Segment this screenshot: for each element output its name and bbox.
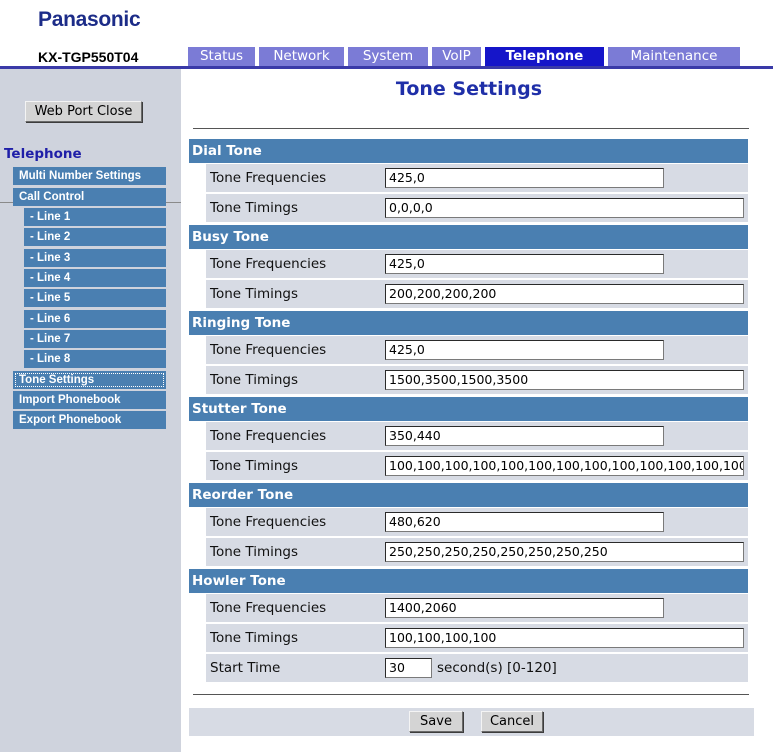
ringing-tone-timings-input[interactable]: 1500,3500,1500,3500 xyxy=(385,370,744,390)
sidebar-item-multi-number-settings[interactable]: Multi Number Settings xyxy=(13,167,166,185)
main-tabs: Status Network System VoIP Telephone Mai… xyxy=(0,47,773,66)
field-label: Tone Frequencies xyxy=(206,164,397,192)
field-label: Tone Frequencies xyxy=(206,508,397,536)
reorder-tone-timings-input[interactable]: 250,250,250,250,250,250,250,250 xyxy=(385,542,744,562)
field-label: Tone Timings xyxy=(206,624,397,652)
bottom-divider xyxy=(193,694,749,695)
sidebar-item-line-2[interactable]: - Line 2 xyxy=(24,228,166,246)
field-label: Tone Frequencies xyxy=(206,250,397,278)
section-howler-tone-header: Howler Tone xyxy=(189,569,748,593)
busy-tone-timings-input[interactable]: 200,200,200,200 xyxy=(385,284,744,304)
tab-telephone[interactable]: Telephone xyxy=(485,47,604,66)
howler-start-time-row: Start Time 30 second(s) [0-120] xyxy=(189,653,748,683)
field-label: Tone Timings xyxy=(206,280,397,308)
sidebar: Web Port Close Telephone Multi Number Se… xyxy=(0,69,181,752)
stutter-tone-timings-row: Tone Timings 100,100,100,100,100,100,100… xyxy=(189,451,748,481)
sidebar-item-line-4[interactable]: - Line 4 xyxy=(24,269,166,287)
dial-tone-timings-row: Tone Timings 0,0,0,0 xyxy=(189,193,748,223)
sidebar-item-line-5[interactable]: - Line 5 xyxy=(24,289,166,307)
field-label: Tone Frequencies xyxy=(206,594,397,622)
ringing-tone-timings-row: Tone Timings 1500,3500,1500,3500 xyxy=(189,365,748,395)
sidebar-item-line-3[interactable]: - Line 3 xyxy=(24,249,166,267)
field-label: Start Time xyxy=(206,654,397,682)
stutter-tone-timings-input[interactable]: 100,100,100,100,100,100,100,100,100,100,… xyxy=(385,456,744,476)
field-label: Tone Timings xyxy=(206,452,397,480)
start-time-unit: second(s) [0-120] xyxy=(437,660,557,676)
howler-tone-frequencies-input[interactable]: 1400,2060 xyxy=(385,598,664,618)
sidebar-item-line-7[interactable]: - Line 7 xyxy=(24,330,166,348)
ringing-tone-frequencies-row: Tone Frequencies 425,0 xyxy=(189,335,748,365)
busy-tone-timings-row: Tone Timings 200,200,200,200 xyxy=(189,279,748,309)
sidebar-item-import-phonebook[interactable]: Import Phonebook xyxy=(13,391,166,409)
field-label: Tone Timings xyxy=(206,194,397,222)
howler-tone-timings-input[interactable]: 100,100,100,100 xyxy=(385,628,744,648)
section-reorder-tone-header: Reorder Tone xyxy=(189,483,748,507)
tab-system[interactable]: System xyxy=(348,47,428,66)
sidebar-item-call-control[interactable]: Call Control xyxy=(13,188,166,206)
busy-tone-frequencies-input[interactable]: 425,0 xyxy=(385,254,664,274)
section-dial-tone-header: Dial Tone xyxy=(189,139,748,163)
brand-logo: Panasonic xyxy=(38,8,141,31)
tab-maintenance[interactable]: Maintenance xyxy=(608,47,740,66)
section-ringing-tone-header: Ringing Tone xyxy=(189,311,748,335)
field-label: Tone Timings xyxy=(206,538,397,566)
dial-tone-frequencies-input[interactable]: 425,0 xyxy=(385,168,664,188)
stutter-tone-frequencies-row: Tone Frequencies 350,440 xyxy=(189,421,748,451)
sidebar-item-line-1[interactable]: - Line 1 xyxy=(24,208,166,226)
field-label: Tone Frequencies xyxy=(206,422,397,450)
field-label: Tone Timings xyxy=(206,366,397,394)
stutter-tone-frequencies-input[interactable]: 350,440 xyxy=(385,426,664,446)
save-button[interactable]: Save xyxy=(409,711,463,732)
howler-tone-frequencies-row: Tone Frequencies 1400,2060 xyxy=(189,593,748,623)
cancel-button[interactable]: Cancel xyxy=(481,711,543,732)
action-bar: Save Cancel xyxy=(189,708,754,736)
sidebar-item-line-8[interactable]: - Line 8 xyxy=(24,350,166,368)
howler-tone-timings-row: Tone Timings 100,100,100,100 xyxy=(189,623,748,653)
page-title: Tone Settings xyxy=(395,78,543,100)
reorder-tone-frequencies-row: Tone Frequencies 480,620 xyxy=(189,507,748,537)
section-stutter-tone-header: Stutter Tone xyxy=(189,397,748,421)
dial-tone-frequencies-row: Tone Frequencies 425,0 xyxy=(189,163,748,193)
ringing-tone-frequencies-input[interactable]: 425,0 xyxy=(385,340,664,360)
tab-network[interactable]: Network xyxy=(259,47,344,66)
sidebar-item-export-phonebook[interactable]: Export Phonebook xyxy=(13,411,166,429)
howler-start-time-input[interactable]: 30 xyxy=(385,658,432,678)
reorder-tone-timings-row: Tone Timings 250,250,250,250,250,250,250… xyxy=(189,537,748,567)
tab-voip[interactable]: VoIP xyxy=(432,47,481,66)
sidebar-item-line-6[interactable]: - Line 6 xyxy=(24,310,166,328)
tab-status[interactable]: Status xyxy=(188,47,255,66)
top-divider xyxy=(193,128,749,129)
sidebar-item-tone-settings[interactable]: Tone Settings xyxy=(13,371,166,389)
reorder-tone-frequencies-input[interactable]: 480,620 xyxy=(385,512,664,532)
sidebar-title: Telephone xyxy=(4,146,82,162)
web-port-close-button[interactable]: Web Port Close xyxy=(25,101,142,122)
section-busy-tone-header: Busy Tone xyxy=(189,225,748,249)
dial-tone-timings-input[interactable]: 0,0,0,0 xyxy=(385,198,744,218)
field-label: Tone Frequencies xyxy=(206,336,397,364)
busy-tone-frequencies-row: Tone Frequencies 425,0 xyxy=(189,249,748,279)
